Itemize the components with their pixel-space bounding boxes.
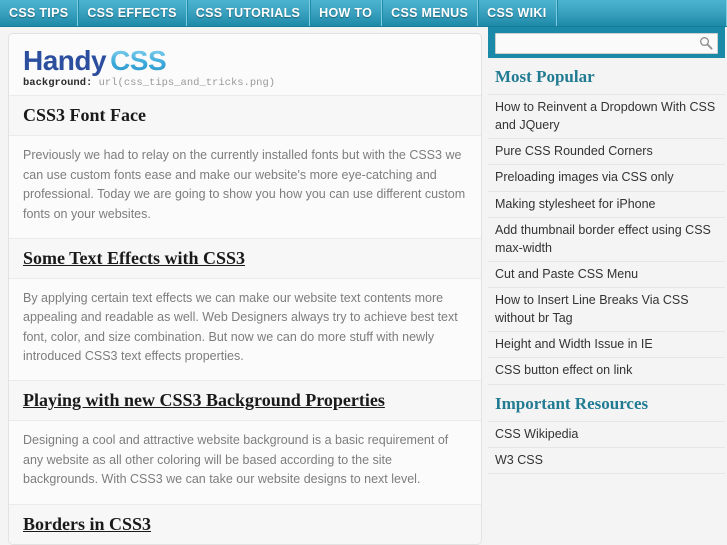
nav-item-label: CSS TUTORIALS (195, 6, 301, 20)
list-item[interactable]: How to Reinvent a Dropdown With CSS and … (488, 94, 725, 138)
sidebar-section-title: Important Resources (495, 393, 649, 413)
page-body: Handy CSS background: url(css_tips_and_tr… (0, 27, 727, 545)
article-item: CSS3 Font Face Previously we had to rela… (9, 95, 481, 238)
nav-item-css-tips[interactable]: CSS TIPS (0, 0, 79, 26)
list-item[interactable]: Pure CSS Rounded Corners (488, 138, 725, 164)
most-popular-list: How to Reinvent a Dropdown With CSS and … (488, 94, 725, 385)
nav-item-how-to[interactable]: HOW TO (310, 0, 383, 26)
article-item: Borders in CSS3 With new version of CSS3… (9, 503, 481, 544)
logo-text: Handy CSS (23, 46, 481, 75)
list-item[interactable]: Height and Width Issue in IE (488, 331, 725, 357)
article-body: Previously we had to relay on the curren… (23, 148, 466, 221)
article-header: Playing with new CSS3 Background Propert… (9, 381, 481, 422)
article-body: Designing a cool and attractive website … (23, 433, 449, 487)
logo-tagline: background: url(css_tips_and_tricks.png) (23, 77, 481, 89)
list-item[interactable]: Preloading images via CSS only (488, 164, 725, 190)
search-box[interactable] (495, 33, 718, 54)
search-input[interactable] (496, 34, 717, 53)
nav-item-label: CSS MENUS (391, 6, 469, 20)
sidebar-section-important-resources: Important Resources CSS Wikipedia W3 CSS (488, 385, 725, 474)
nav-item-label: CSS EFFECTS (87, 6, 177, 20)
nav-empty-space (557, 0, 727, 26)
nav-item-css-menus[interactable]: CSS MENUS (382, 0, 479, 26)
article-title[interactable]: Borders in CSS3 (23, 514, 151, 534)
list-item[interactable]: CSS button effect on link (488, 357, 725, 385)
article-title[interactable]: CSS3 Font Face (23, 105, 146, 125)
nav-item-css-wiki[interactable]: CSS WIKI (478, 0, 557, 26)
site-logo[interactable]: Handy CSS background: url(css_tips_and_tr… (9, 34, 481, 95)
nav-item-label: CSS TIPS (9, 6, 69, 20)
article-body: By applying certain text effects we can … (23, 290, 458, 364)
nav-item-label: HOW TO (319, 6, 373, 20)
article-header: CSS3 Font Face (9, 96, 481, 137)
nav-item-label: CSS WIKI (487, 6, 547, 20)
list-item[interactable]: Making stylesheet for iPhone (488, 190, 725, 217)
article-item: Playing with new CSS3 Background Propert… (9, 380, 481, 503)
nav-item-css-effects[interactable]: CSS EFFECTS (78, 0, 187, 26)
list-item[interactable]: Cut and Paste CSS Menu (488, 260, 725, 287)
logo-primary-text: Handy (23, 45, 107, 76)
tagline-property: background: (23, 77, 93, 90)
list-item[interactable]: How to Insert Line Breaks Via CSS withou… (488, 287, 725, 331)
article-header: Borders in CSS3 (9, 504, 481, 544)
logo-secondary-text: CSS (110, 45, 167, 76)
sidebar-section-most-popular: Most Popular How to Reinvent a Dropdown … (488, 58, 725, 385)
nav-item-css-tutorials[interactable]: CSS TUTORIALS (187, 0, 311, 26)
sidebar: Most Popular How to Reinvent a Dropdown … (488, 27, 725, 474)
important-resources-list: CSS Wikipedia W3 CSS (488, 420, 725, 474)
main-content-panel: Handy CSS background: url(css_tips_and_tr… (8, 33, 482, 545)
main-navigation: CSS TIPS CSS EFFECTS CSS TUTORIALS HOW T… (0, 0, 727, 27)
search-bar-container (488, 27, 725, 58)
article-header: Some Text Effects with CSS3 (9, 238, 481, 279)
sidebar-section-title: Most Popular (495, 67, 595, 86)
article-title[interactable]: Playing with new CSS3 Background Propert… (23, 390, 385, 410)
list-item[interactable]: W3 CSS (488, 446, 725, 474)
tagline-value: url(css_tips_and_tricks.png) (98, 77, 276, 90)
list-item[interactable]: CSS Wikipedia (488, 420, 725, 447)
list-item[interactable]: Add thumbnail border effect using CSS ma… (488, 216, 725, 261)
article-item: Some Text Effects with CSS3 By applying … (9, 237, 481, 381)
article-title[interactable]: Some Text Effects with CSS3 (23, 248, 245, 268)
